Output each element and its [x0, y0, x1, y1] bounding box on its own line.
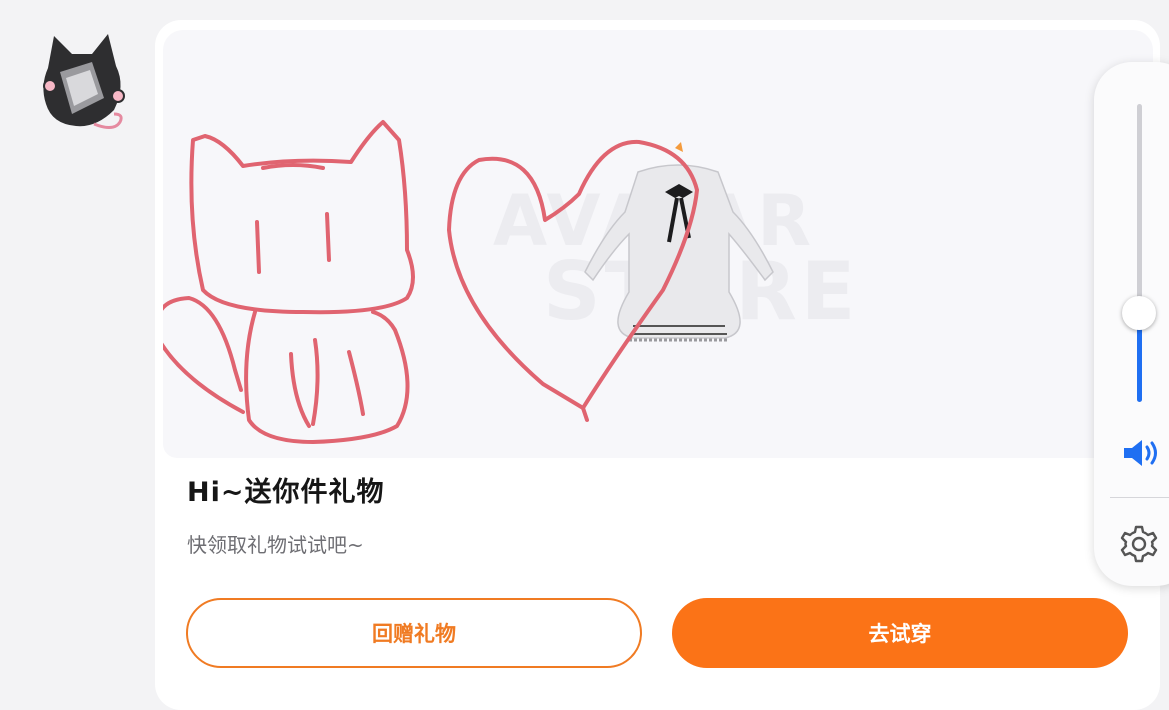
volume-slider-thumb[interactable]: [1122, 295, 1156, 330]
volume-slider[interactable]: [1137, 104, 1142, 402]
gift-banner: AVATAR STORE: [163, 30, 1153, 458]
panel-divider: [1110, 497, 1169, 498]
return-gift-button[interactable]: 回赠礼物: [186, 598, 642, 668]
doodle-drawing: [163, 120, 699, 444]
volume-panel: [1094, 62, 1169, 586]
card-subtitle: 快领取礼物试试吧~: [187, 533, 364, 557]
speaker-icon[interactable]: [1120, 438, 1162, 468]
gear-icon[interactable]: [1119, 524, 1159, 564]
gift-card: AVATAR STORE: [155, 20, 1160, 710]
user-avatar[interactable]: [34, 28, 130, 134]
card-title: Hi~送你件礼物: [187, 477, 385, 508]
try-on-button[interactable]: 去试穿: [672, 598, 1128, 668]
